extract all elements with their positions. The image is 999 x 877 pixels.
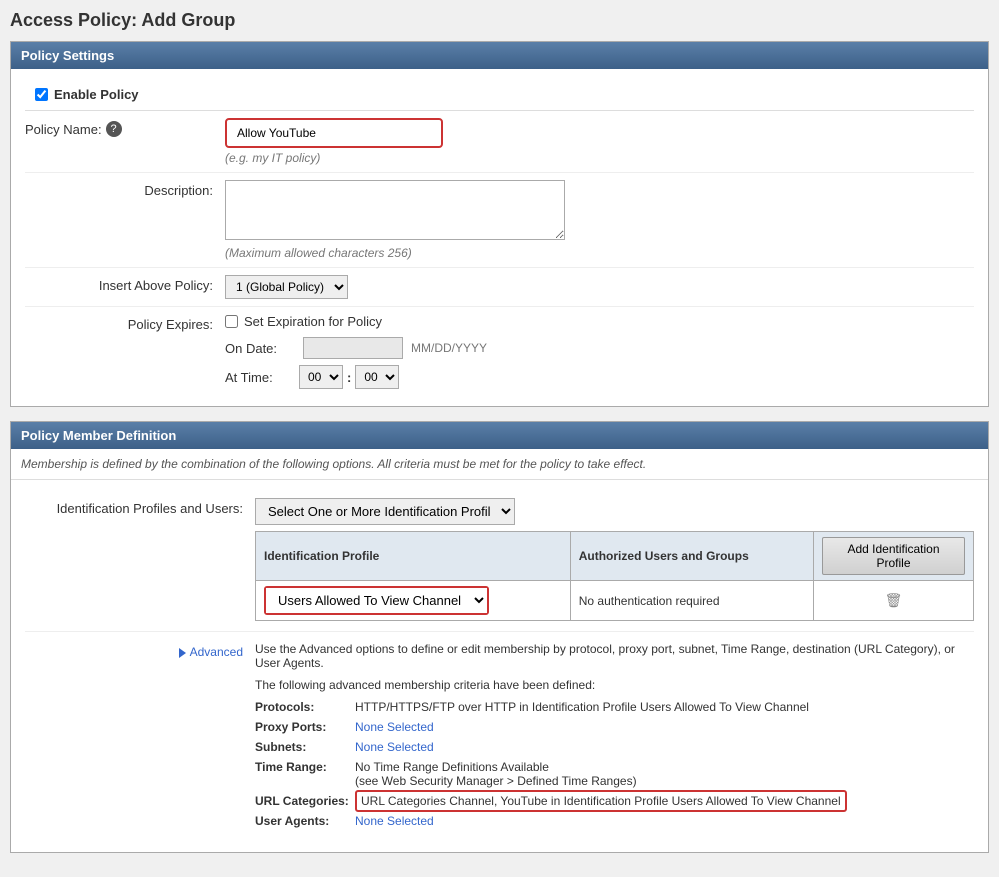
policy-name-hint: (e.g. my IT policy) — [225, 151, 974, 165]
date-input[interactable] — [303, 337, 403, 359]
policy-name-help-icon[interactable]: ? — [106, 121, 122, 137]
advanced-content: Use the Advanced options to define or ed… — [255, 642, 974, 834]
url-categories-label: URL Categories: — [255, 794, 355, 808]
set-expiration-checkbox[interactable] — [225, 315, 238, 328]
id-profiles-table: Identification Profile Authorized Users … — [255, 531, 974, 621]
enable-policy-checkbox[interactable] — [35, 88, 48, 101]
membership-info: Membership is defined by the combination… — [11, 449, 988, 480]
policy-name-label: Policy Name: ? — [25, 118, 225, 137]
url-categories-row: URL Categories: URL Categories Channel, … — [255, 794, 974, 808]
delete-row-icon[interactable]: 🗑 — [885, 592, 903, 608]
id-profiles-label: Identification Profiles and Users: — [25, 498, 255, 516]
add-id-profile-button[interactable]: Add Identification Profile — [822, 537, 965, 575]
advanced-intro2: The following advanced membership criter… — [255, 678, 974, 692]
proxy-ports-label: Proxy Ports: — [255, 720, 355, 734]
policy-name-content: (e.g. my IT policy) — [225, 118, 974, 165]
url-categories-value: URL Categories Channel, YouTube in Ident… — [355, 794, 974, 808]
protocols-value: HTTP/HTTPS/FTP over HTTP in Identificati… — [355, 700, 974, 714]
advanced-triangle-icon — [179, 648, 186, 658]
description-row: Description: (Maximum allowed characters… — [25, 173, 974, 268]
no-auth-required-cell: No authentication required — [570, 581, 813, 621]
advanced-row: Advanced Use the Advanced options to def… — [25, 632, 974, 844]
set-expiration-label[interactable]: Set Expiration for Policy — [244, 314, 382, 329]
proxy-ports-row: Proxy Ports: None Selected — [255, 720, 974, 734]
user-agents-label: User Agents: — [255, 814, 355, 828]
insert-above-row: Insert Above Policy: 1 (Global Policy) — [25, 268, 974, 307]
subnets-value: None Selected — [355, 740, 974, 754]
enable-policy-row: Enable Policy — [25, 79, 974, 111]
page-title: Access Policy: Add Group — [10, 10, 989, 31]
insert-above-label: Insert Above Policy: — [25, 275, 225, 293]
table-col-profile: Identification Profile — [256, 532, 571, 581]
policy-expires-label: Policy Expires: — [25, 314, 225, 332]
channel-select-cell: Users Allowed To View Channel — [256, 581, 571, 621]
time-hour-select[interactable]: 00 — [299, 365, 343, 389]
advanced-table: Protocols: HTTP/HTTPS/FTP over HTTP in I… — [255, 700, 974, 828]
subnets-label: Subnets: — [255, 740, 355, 754]
subnets-link[interactable]: None Selected — [355, 740, 434, 754]
id-profiles-content: Select One or More Identification Profil… — [255, 498, 974, 621]
table-row: Users Allowed To View Channel No authent… — [256, 581, 974, 621]
insert-above-select[interactable]: 1 (Global Policy) — [225, 275, 348, 299]
user-agents-link[interactable]: None Selected — [355, 814, 434, 828]
subnets-row: Subnets: None Selected — [255, 740, 974, 754]
policy-settings-header: Policy Settings — [11, 42, 988, 69]
proxy-ports-link[interactable]: None Selected — [355, 720, 434, 734]
description-label: Description: — [25, 180, 225, 198]
policy-expires-content: Set Expiration for Policy On Date: MM/DD… — [225, 314, 974, 389]
policy-member-section: Policy Member Definition Membership is d… — [10, 421, 989, 853]
proxy-ports-value[interactable]: None Selected — [355, 720, 974, 734]
table-col-auth: Authorized Users and Groups — [570, 532, 813, 581]
date-format-hint: MM/DD/YYYY — [411, 341, 487, 355]
enable-policy-label[interactable]: Enable Policy — [35, 87, 964, 102]
description-textarea[interactable] — [225, 180, 565, 240]
id-profiles-select[interactable]: Select One or More Identification Profil… — [255, 498, 515, 525]
on-date-label: On Date: — [225, 341, 295, 356]
policy-member-header: Policy Member Definition — [11, 422, 988, 449]
time-colon: : — [347, 370, 351, 385]
user-agents-row: User Agents: None Selected — [255, 814, 974, 828]
policy-name-row: Policy Name: ? (e.g. my IT policy) — [25, 111, 974, 173]
time-minute-select[interactable]: 00 — [355, 365, 399, 389]
url-categories-highlighted: URL Categories Channel, YouTube in Ident… — [355, 790, 847, 812]
advanced-link[interactable]: Advanced — [179, 645, 243, 659]
policy-settings-section: Policy Settings Enable Policy Policy Nam… — [10, 41, 989, 407]
description-hint: (Maximum allowed characters 256) — [225, 246, 974, 260]
user-agents-value: None Selected — [355, 814, 974, 828]
protocols-row: Protocols: HTTP/HTTPS/FTP over HTTP in I… — [255, 700, 974, 714]
at-time-label: At Time: — [225, 370, 295, 385]
protocols-label: Protocols: — [255, 700, 355, 714]
advanced-label-cell: Advanced — [25, 642, 255, 659]
description-content: (Maximum allowed characters 256) — [225, 180, 974, 260]
insert-above-content: 1 (Global Policy) — [225, 275, 974, 299]
id-profiles-row: Identification Profiles and Users: Selec… — [25, 488, 974, 632]
channel-select[interactable]: Users Allowed To View Channel — [266, 588, 487, 613]
policy-expires-row: Policy Expires: Set Expiration for Polic… — [25, 307, 974, 396]
policy-name-input[interactable] — [229, 122, 439, 144]
advanced-intro1: Use the Advanced options to define or ed… — [255, 642, 974, 670]
